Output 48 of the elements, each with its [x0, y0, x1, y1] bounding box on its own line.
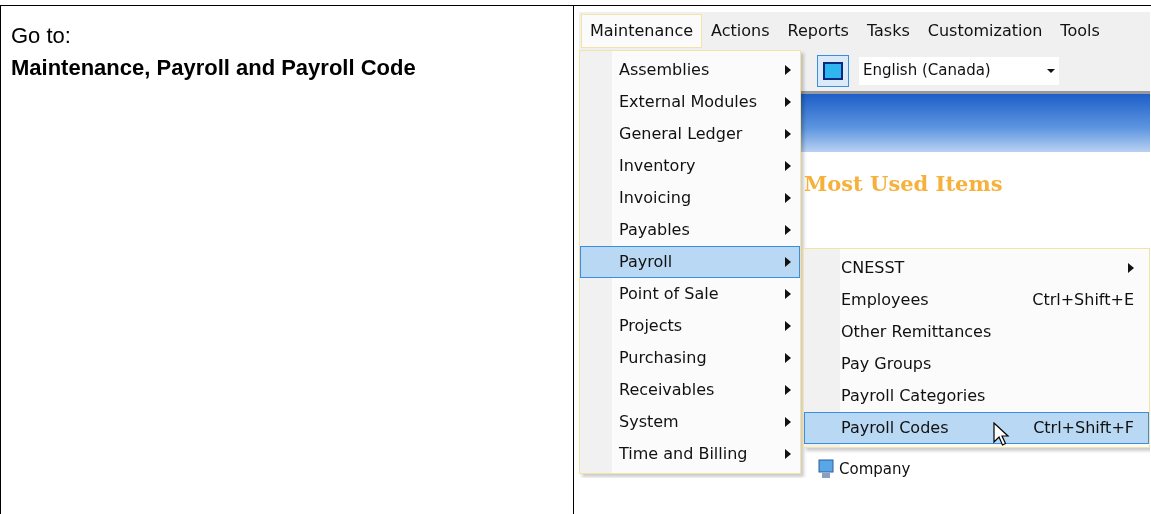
computer-icon — [817, 459, 835, 478]
menu-item[interactable]: Purchasing — [580, 342, 800, 374]
menu-item[interactable]: Assemblies — [580, 54, 800, 86]
menu-item[interactable]: Point of Sale — [580, 278, 800, 310]
submenu-arrow-icon — [785, 289, 791, 299]
menu-bar-item[interactable]: Tasks — [857, 14, 919, 48]
toolbar-button[interactable] — [817, 54, 849, 87]
submenu-arrow-icon — [785, 353, 791, 363]
menu-item[interactable]: Inventory — [580, 150, 800, 182]
submenu-arrow-icon — [1128, 263, 1134, 273]
menu-item[interactable]: Receivables — [580, 374, 800, 406]
menu-item[interactable]: Payroll Codes Ctrl+Shift+F — [804, 412, 1149, 444]
submenu-arrow-icon — [785, 97, 791, 107]
submenu-arrow-icon — [785, 417, 791, 427]
instruction-text: Go to: — [11, 22, 72, 50]
menu-item[interactable]: Employees Ctrl+Shift+E — [804, 284, 1149, 316]
menu-item[interactable]: Payroll Categories — [804, 380, 1149, 412]
shortcut-link[interactable]: Company — [839, 458, 911, 478]
menu-item[interactable]: System — [580, 406, 800, 438]
menu-item[interactable]: General Ledger — [580, 118, 800, 150]
menu-item[interactable]: Payables — [580, 214, 800, 246]
menu-item[interactable]: Pay Groups — [804, 348, 1149, 380]
submenu-arrow-icon — [785, 449, 791, 459]
menu-item[interactable]: Other Remittances — [804, 316, 1149, 348]
submenu-arrow-icon — [785, 385, 791, 395]
menu-item[interactable]: Time and Billing — [580, 438, 800, 470]
submenu-arrow-icon — [785, 321, 791, 331]
submenu-arrow-icon — [785, 257, 791, 267]
menu-item[interactable]: Invoicing — [580, 182, 800, 214]
menu-item[interactable]: CNESST — [804, 252, 1149, 284]
instruction-path: Maintenance, Payroll and Payroll Code — [11, 53, 417, 82]
menu-bar-item[interactable]: Maintenance — [581, 14, 703, 48]
section-title: Most Used Items — [804, 170, 1003, 198]
screen-icon — [823, 61, 843, 80]
dropdown-caret-icon — [1047, 68, 1055, 73]
menu-bar-item[interactable]: Reports — [778, 14, 858, 48]
menu-bar-item[interactable]: Customization — [918, 14, 1052, 48]
menu-item[interactable]: Payroll — [580, 246, 800, 278]
submenu-arrow-icon — [785, 161, 791, 171]
menu-bar-item[interactable]: Actions — [702, 14, 779, 48]
submenu-arrow-icon — [785, 129, 791, 139]
submenu-arrow-icon — [785, 225, 791, 235]
menu-bar-item[interactable]: Tools — [1051, 14, 1109, 48]
menu-item[interactable]: External Modules — [580, 86, 800, 118]
language-dropdown[interactable]: English (Canada) — [859, 56, 1059, 85]
submenu-arrow-icon — [785, 65, 791, 75]
submenu-arrow-icon — [785, 193, 791, 203]
menu-item[interactable]: Projects — [580, 310, 800, 342]
